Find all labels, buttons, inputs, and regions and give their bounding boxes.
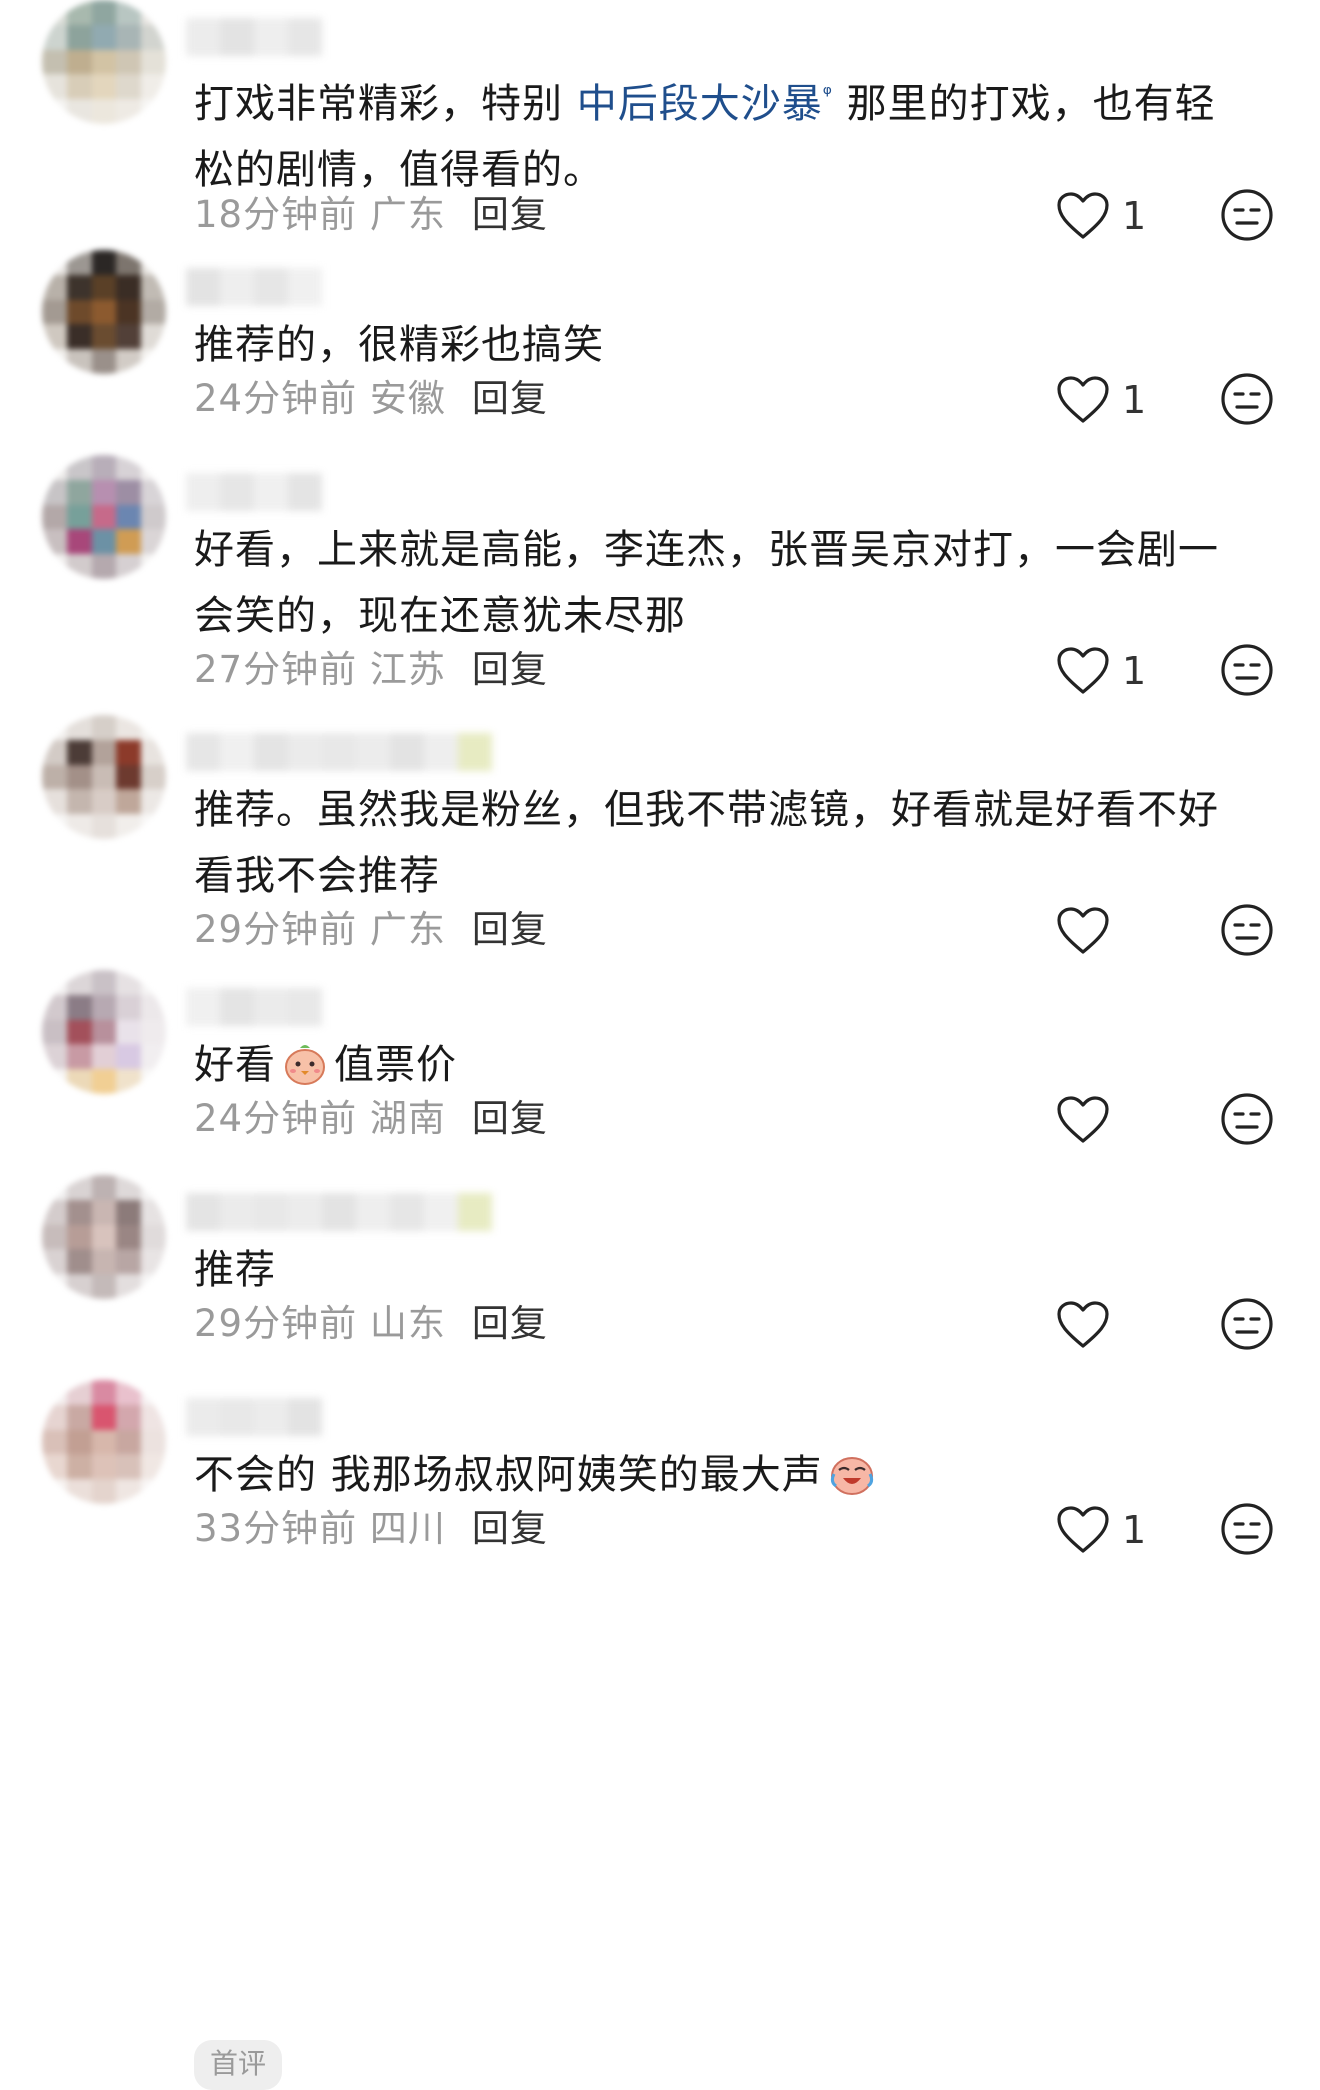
avatar[interactable] (42, 970, 166, 1094)
reply-button[interactable]: 回复 (472, 377, 548, 420)
dislike-button[interactable] (1220, 188, 1274, 242)
avatar[interactable] (42, 455, 166, 579)
like-button[interactable]: 1 (1056, 641, 1166, 701)
like-button[interactable]: 1 (1056, 186, 1166, 246)
timestamp: 24分钟前 (194, 1097, 358, 1140)
comment-text-segment: 推荐的，很精彩也搞笑 (194, 322, 604, 368)
like-button[interactable] (1056, 1295, 1166, 1355)
comment-text-segment: 看我不会推荐 (194, 853, 440, 899)
comment-text-segment: 松的剧情，值得看的。 (194, 147, 604, 193)
like-button[interactable]: 1 (1056, 1500, 1166, 1560)
comment-text-segment: 好看，上来就是高能，李连杰，张晋吴京对打，一会剧一 (194, 527, 1219, 573)
comment-text: 推荐的，很精彩也搞笑 (194, 312, 1254, 378)
comment-text-segment: 不会的 我那场叔叔阿姨笑的最大声 (194, 1452, 823, 1498)
like-count: 1 (1122, 649, 1147, 693)
avatar[interactable] (42, 0, 166, 124)
heart-outline-icon (1057, 376, 1109, 423)
meh-face-icon (1221, 644, 1273, 696)
like-count: 1 (1122, 194, 1147, 238)
location: 广东 (357, 193, 446, 236)
meh-face-icon (1221, 1298, 1273, 1350)
comment-text: 推荐 (194, 1237, 1254, 1303)
comment-text: 推荐。虽然我是粉丝，但我不带滤镜，好看就是好看不好 看我不会推荐 (194, 777, 1254, 909)
search-icon[interactable]: ᵠ (823, 82, 833, 107)
meh-face-icon (1221, 1503, 1273, 1555)
timestamp: 29分钟前 (194, 1302, 358, 1345)
heart-outline-icon (1057, 192, 1109, 239)
like-button[interactable] (1056, 901, 1166, 961)
location: 江苏 (357, 648, 446, 691)
location: 安徽 (357, 377, 446, 420)
avatar[interactable] (42, 250, 166, 374)
reply-button[interactable]: 回复 (472, 1507, 548, 1550)
username-blurred[interactable] (186, 18, 322, 56)
comment-text: 好看 值票价 (194, 1032, 1254, 1098)
comment-text-segment: 推荐 (194, 1247, 276, 1293)
avatar[interactable] (42, 715, 166, 839)
crying-laughing-emoji-icon (830, 1457, 873, 1495)
heart-outline-icon (1057, 647, 1109, 694)
timestamp: 24分钟前 (194, 377, 358, 420)
timestamp: 27分钟前 (194, 648, 358, 691)
meh-face-icon (1221, 1093, 1273, 1145)
comment-meta: 29分钟前 广东 回复 (194, 905, 548, 955)
reply-button[interactable]: 回复 (472, 648, 548, 691)
dislike-button[interactable] (1220, 903, 1274, 957)
comment-meta: 24分钟前 湖南 回复 (194, 1094, 548, 1144)
heart-outline-icon (1057, 1301, 1109, 1348)
like-button[interactable]: 1 (1056, 370, 1166, 430)
comment-meta: 27分钟前 江苏 回复 (194, 645, 548, 695)
reply-button[interactable]: 回复 (472, 1302, 548, 1345)
username-blurred[interactable] (186, 473, 322, 511)
comment-text: 不会的 我那场叔叔阿姨笑的最大声 (194, 1442, 1254, 1508)
comment-text-segment: 好看 (194, 1042, 276, 1088)
username-blurred[interactable] (186, 1398, 322, 1436)
dislike-button[interactable] (1220, 1502, 1274, 1556)
dislike-button[interactable] (1220, 643, 1274, 697)
meh-face-icon (1221, 904, 1273, 956)
comment-text-segment: 那里的打戏，也有轻 (832, 81, 1216, 127)
dislike-button[interactable] (1220, 1092, 1274, 1146)
reply-button[interactable]: 回复 (472, 1097, 548, 1140)
avatar[interactable] (42, 1175, 166, 1299)
comment-meta: 29分钟前 山东 回复 (194, 1299, 548, 1349)
first-comment-tag[interactable]: 首评 (194, 2040, 282, 2090)
timestamp: 33分钟前 (194, 1507, 358, 1550)
comment-meta: 33分钟前 四川 回复 (194, 1504, 548, 1554)
comment-meta: 24分钟前 安徽 回复 (194, 374, 548, 424)
comment-text: 打戏非常精彩，特别 中后段大沙暴ᵠ 那里的打戏，也有轻松的剧情，值得看的。 (194, 62, 1254, 203)
dislike-button[interactable] (1220, 1297, 1274, 1351)
comment-meta: 18分钟前 广东 回复 (194, 190, 548, 240)
location: 山东 (357, 1302, 446, 1345)
username-blurred[interactable] (186, 268, 322, 306)
username-blurred[interactable] (186, 988, 322, 1026)
comment-text-segment: 会笑的，现在还意犹未尽那 (194, 593, 686, 639)
comment-text-segment: 值票价 (334, 1042, 457, 1088)
comment-text-segment: 打戏非常精彩，特别 (194, 81, 577, 127)
reply-button[interactable]: 回复 (472, 908, 548, 951)
chick-emoji-icon (285, 1045, 325, 1085)
location: 四川 (357, 1507, 446, 1550)
dislike-button[interactable] (1220, 372, 1274, 426)
heart-outline-icon (1057, 1096, 1109, 1143)
heart-outline-icon (1057, 907, 1109, 954)
heart-outline-icon (1057, 1506, 1109, 1553)
comment-text: 好看，上来就是高能，李连杰，张晋吴京对打，一会剧一 会笑的，现在还意犹未尽那 (194, 517, 1254, 649)
timestamp: 18分钟前 (194, 193, 358, 236)
like-count: 1 (1122, 378, 1147, 422)
username-blurred[interactable] (186, 1193, 492, 1231)
location: 湖南 (357, 1097, 446, 1140)
comment-text-segment: 推荐。虽然我是粉丝，但我不带滤镜，好看就是好看不好 (194, 787, 1219, 833)
meh-face-icon (1221, 189, 1273, 241)
keyword-search-link[interactable]: 中后段大沙暴 (577, 81, 823, 127)
reply-button[interactable]: 回复 (472, 193, 548, 236)
meh-face-icon (1221, 373, 1273, 425)
location: 广东 (357, 908, 446, 951)
like-button[interactable] (1056, 1090, 1166, 1150)
timestamp: 29分钟前 (194, 908, 358, 951)
avatar[interactable] (42, 1380, 166, 1504)
like-count: 1 (1122, 1508, 1147, 1552)
username-blurred[interactable] (186, 733, 492, 771)
